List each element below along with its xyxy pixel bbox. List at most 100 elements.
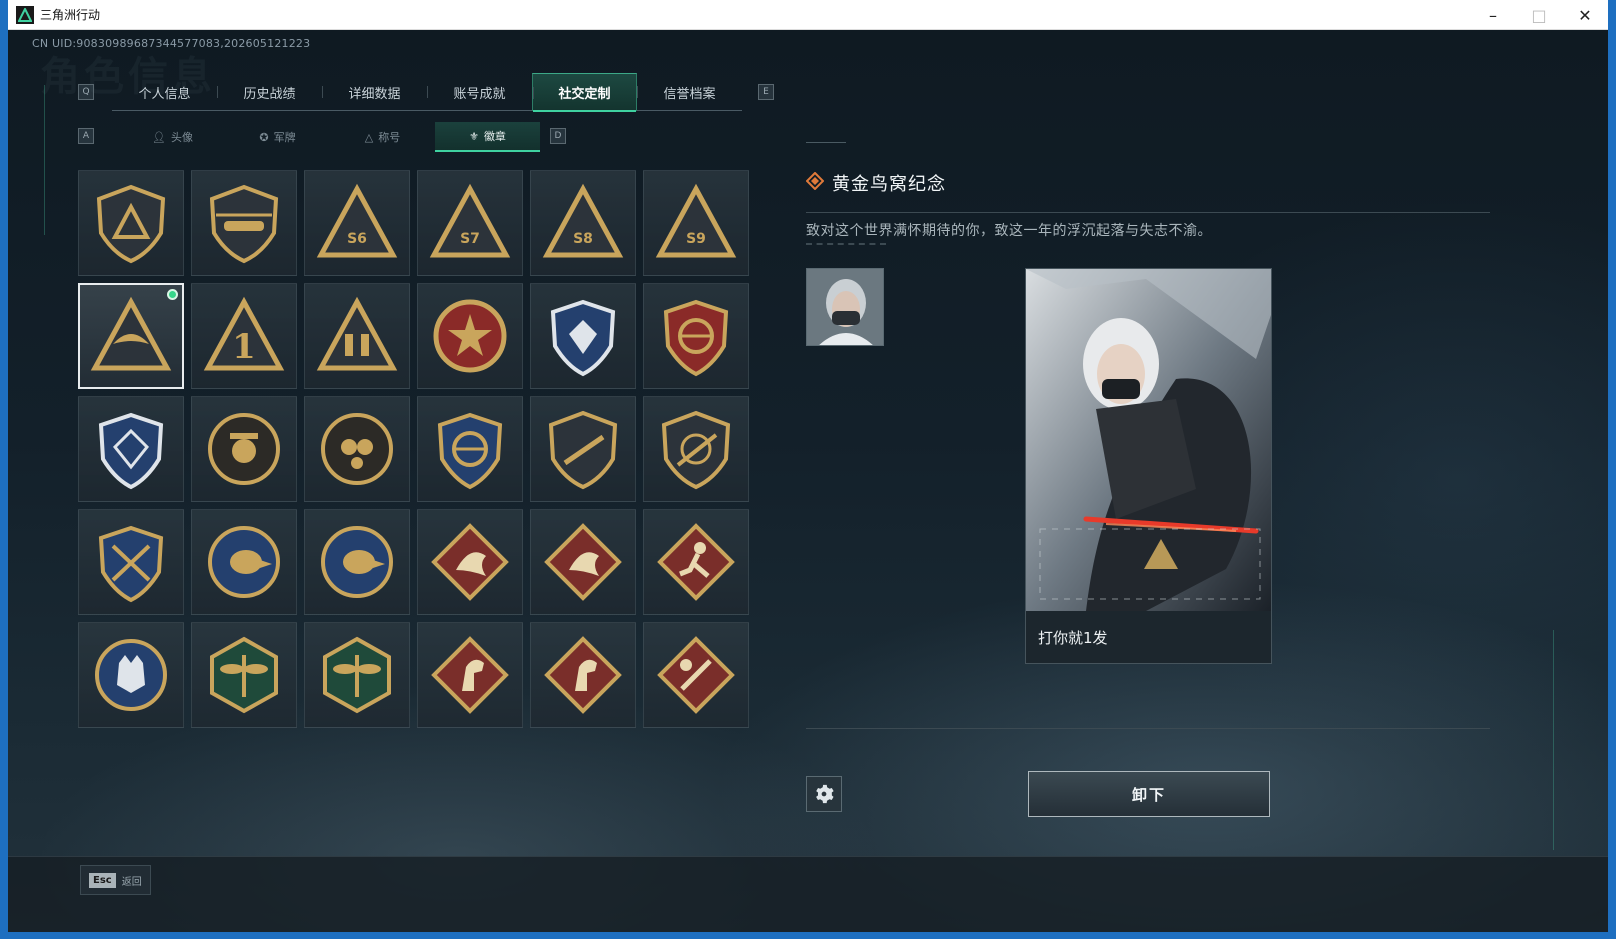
dragonfly-badge-icon: [323, 636, 391, 714]
badge-slot[interactable]: 1: [191, 283, 297, 389]
badge-slot[interactable]: [304, 283, 410, 389]
badge-slot[interactable]: [643, 622, 749, 728]
badge-slot[interactable]: [191, 622, 297, 728]
dogtag-icon: ✪: [259, 130, 269, 144]
badge-slot[interactable]: [530, 283, 636, 389]
card-caption: 打你就1发: [1038, 629, 1108, 647]
title-icon: △: [364, 130, 374, 144]
divider: [806, 243, 886, 246]
gas-mask-badge-icon: [321, 413, 393, 485]
horse-badge-icon: [544, 636, 622, 714]
unequip-button[interactable]: 卸下: [1028, 771, 1270, 817]
badge-slot[interactable]: [191, 509, 297, 615]
subtab-avatar[interactable]: 👤︎ 头像: [120, 122, 225, 152]
badge-grid: S6 S7 S8 S9 1: [78, 170, 749, 728]
prev-tab-key[interactable]: Q: [78, 84, 94, 100]
badge-slot[interactable]: [530, 509, 636, 615]
blue-crest-badge-icon: [98, 412, 164, 490]
number-one-badge-icon: 1: [203, 296, 285, 371]
badge-slot[interactable]: [304, 396, 410, 502]
dragonfly-badge-icon: [210, 636, 278, 714]
svg-text:S9: S9: [686, 231, 706, 247]
subtab-label: 军牌: [273, 131, 296, 144]
tab-detailed-stats[interactable]: 详细数据: [322, 73, 427, 111]
badge-slot[interactable]: [191, 170, 297, 276]
person-icon: 👤︎: [152, 130, 166, 144]
s8-season-badge-icon: S8: [542, 183, 624, 258]
close-button[interactable]: ✕: [1562, 0, 1608, 30]
badge-slot[interactable]: [78, 509, 184, 615]
svg-text:S8: S8: [573, 231, 593, 247]
badge-slot[interactable]: [643, 509, 749, 615]
back-button[interactable]: Esc 返回: [80, 865, 151, 895]
subtab-label: 头像: [170, 131, 193, 144]
main-tabs: 个人信息 历史战绩 详细数据 账号成就 社交定制 信誉档案: [112, 73, 742, 112]
decor-line: [44, 85, 45, 235]
badge-slot[interactable]: [304, 509, 410, 615]
tab-credit-record[interactable]: 信誉档案: [637, 73, 742, 111]
badge-name: 黄金鸟窝纪念: [832, 174, 946, 195]
s6-season-badge-icon: S6: [316, 183, 398, 258]
next-subtab-key[interactable]: D: [550, 128, 566, 144]
badge-description: 致对这个世界满怀期待的你，致这一年的浮沉起落与失志不渝。: [806, 223, 1212, 239]
badge-slot[interactable]: S6: [304, 170, 410, 276]
next-tab-key[interactable]: E: [758, 84, 774, 100]
tab-personal-info[interactable]: 个人信息: [112, 73, 217, 111]
tab-match-history[interactable]: 历史战绩: [217, 73, 322, 111]
badge-slot[interactable]: [530, 396, 636, 502]
decor-line: [806, 142, 846, 146]
eagle-badge-icon: [208, 526, 280, 598]
badge-slot[interactable]: [78, 170, 184, 276]
player-avatar: [806, 268, 884, 346]
gear-icon: [816, 784, 834, 804]
svg-text:1: 1: [232, 327, 256, 367]
window-title: 三角洲行动: [40, 8, 101, 22]
subtab-dogtag[interactable]: ✪ 军牌: [225, 122, 330, 152]
badge-slot[interactable]: [417, 396, 523, 502]
badge-slot[interactable]: [530, 622, 636, 728]
tab-achievements[interactable]: 账号成就: [427, 73, 532, 111]
title-bar: 三角洲行动 – □ ✕: [8, 0, 1608, 30]
subtab-label: 徽章: [483, 130, 506, 143]
badge-slot[interactable]: [78, 396, 184, 502]
maximize-button[interactable]: □: [1516, 0, 1562, 30]
badge-slot[interactable]: S8: [530, 170, 636, 276]
badge-slot[interactable]: [417, 622, 523, 728]
minimize-button[interactable]: –: [1470, 0, 1516, 30]
divider: [806, 728, 1490, 729]
delta-shield-badge-icon: [96, 184, 166, 264]
rifle-shield-badge-icon: [548, 410, 618, 490]
sniper-skull-badge-icon: [208, 413, 280, 485]
subtab-label: 称号: [378, 131, 401, 144]
dragon-badge-icon: [431, 523, 509, 601]
tab-social-custom[interactable]: 社交定制: [532, 73, 637, 112]
svg-text:S7: S7: [460, 231, 480, 247]
divider: [806, 212, 1490, 213]
footer-bar: Esc 返回: [8, 856, 1608, 932]
scope-rifle-badge-icon: [661, 410, 731, 490]
badge-slot[interactable]: [417, 283, 523, 389]
badge-detail-header: 黄金鸟窝纪念: [805, 170, 946, 196]
badge-slot[interactable]: [78, 622, 184, 728]
s9-season-badge-icon: S9: [655, 183, 737, 258]
crossed-rifles-badge-icon: [98, 525, 164, 603]
badge-slot[interactable]: [643, 283, 749, 389]
character-card-art: [1026, 269, 1271, 611]
soldiers-badge-icon: [316, 296, 398, 371]
diamond-marker-icon: [805, 171, 825, 194]
badge-slot[interactable]: [304, 622, 410, 728]
badge-slot[interactable]: [78, 283, 184, 389]
game-window: 三角洲行动 – □ ✕ 角色信息 CN UID:9083098968734457…: [8, 0, 1608, 932]
badge-slot[interactable]: [191, 396, 297, 502]
badge-slot[interactable]: [643, 396, 749, 502]
weapon-badge-icon: [657, 636, 735, 714]
player-uid: CN UID:90830989687344577083,202605121223: [32, 37, 311, 50]
settings-button[interactable]: [806, 776, 842, 812]
badge-slot[interactable]: S7: [417, 170, 523, 276]
subtab-title[interactable]: △ 称号: [330, 122, 435, 152]
subtab-badge[interactable]: ⚜ 徽章: [435, 122, 540, 152]
badge-slot[interactable]: [417, 509, 523, 615]
badge-slot[interactable]: S9: [643, 170, 749, 276]
prev-subtab-key[interactable]: A: [78, 128, 94, 144]
svg-text:S6: S6: [347, 231, 367, 247]
